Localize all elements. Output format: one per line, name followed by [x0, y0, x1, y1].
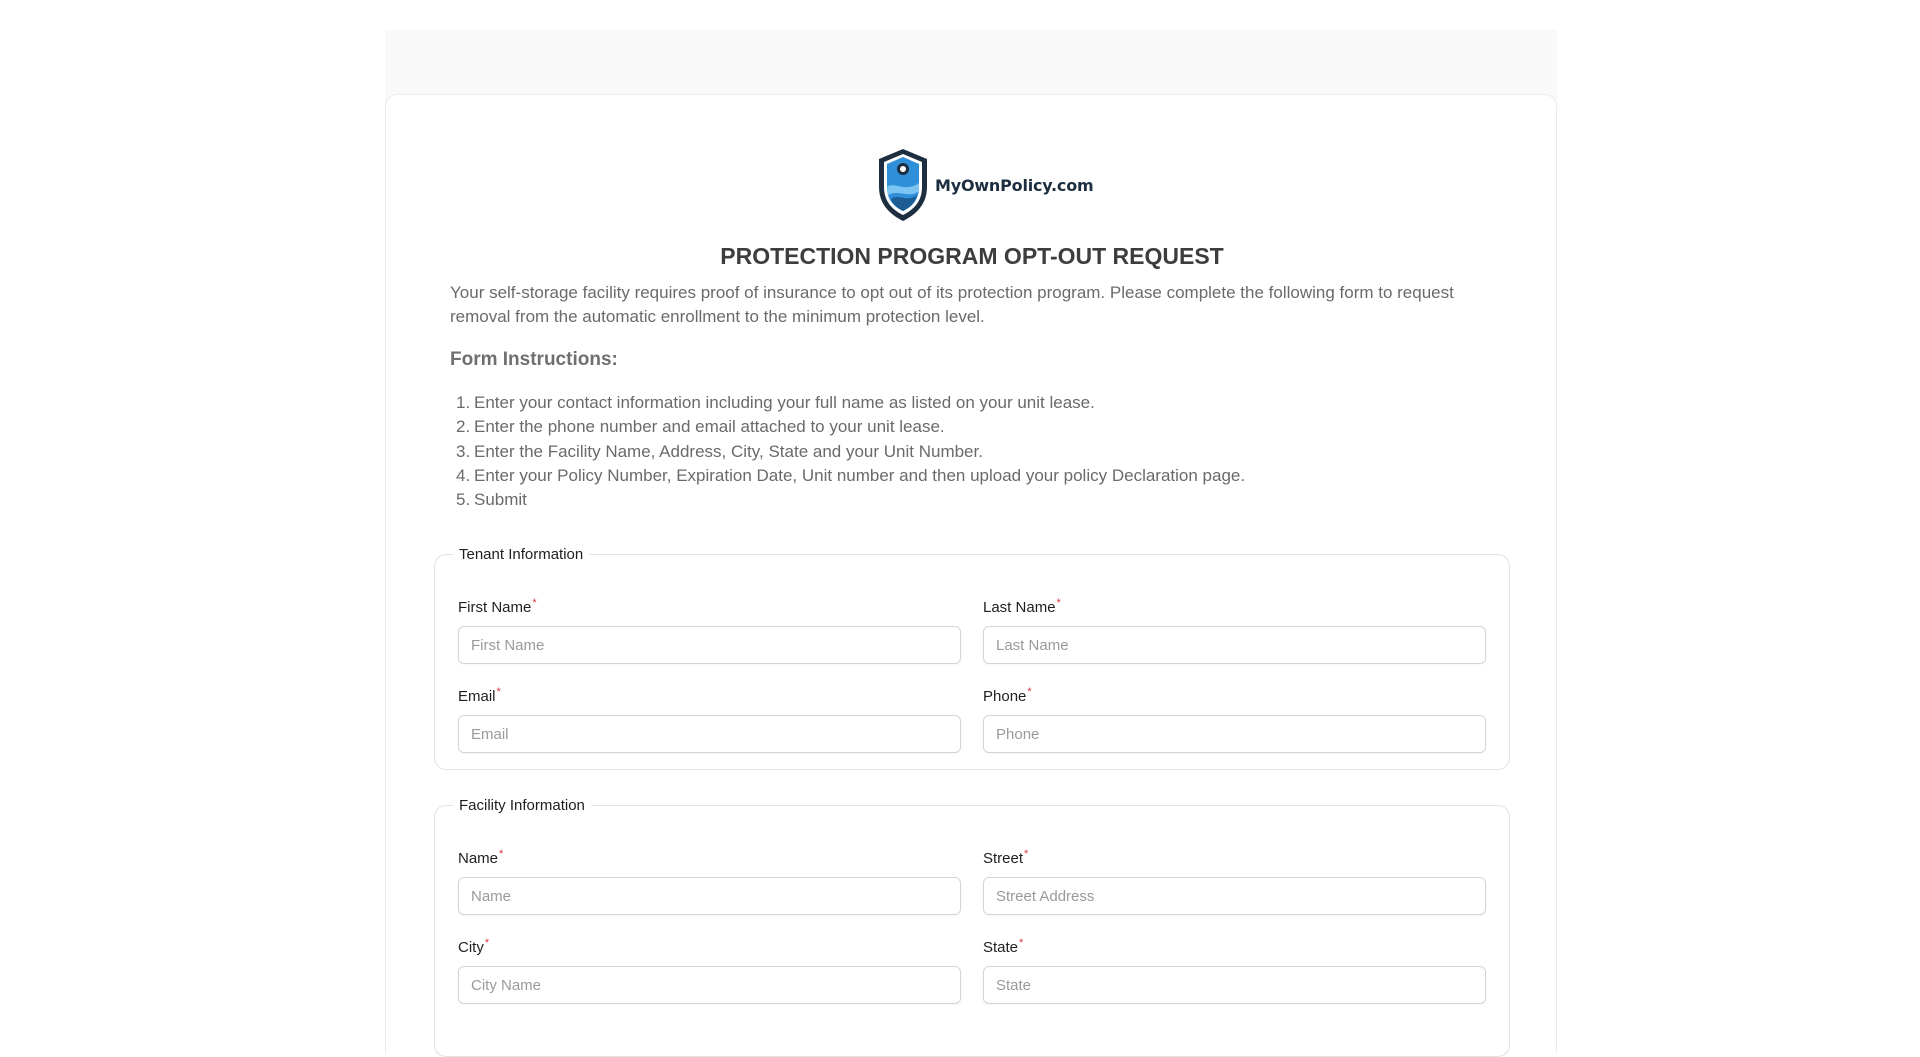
- required-marker: *: [1024, 848, 1029, 860]
- facility-information-section: Facility Information Name* Street* City*…: [434, 797, 1510, 1057]
- facility-section-legend: Facility Information: [459, 797, 585, 814]
- email-label: Email*: [458, 686, 501, 705]
- street-input[interactable]: [983, 877, 1486, 915]
- instructions-list: 1. Enter your contact information includi…: [450, 391, 1500, 512]
- required-marker: *: [496, 686, 501, 698]
- phone-field[interactable]: [983, 715, 1486, 753]
- street-label: Street*: [983, 848, 1029, 867]
- required-marker: *: [532, 597, 537, 609]
- shield-logo-icon: [879, 149, 927, 221]
- last-name-group: Last Name*: [983, 597, 1486, 664]
- page-title: PROTECTION PROGRAM OPT-OUT REQUEST: [720, 243, 1224, 269]
- state-input[interactable]: [983, 966, 1486, 1004]
- brand-name: MyOwnPolicy.com: [935, 175, 1094, 195]
- facility-name-label: Name*: [458, 848, 504, 867]
- facility-name-group: Name*: [458, 848, 961, 915]
- state-label: State*: [983, 937, 1024, 956]
- required-marker: *: [1056, 597, 1061, 609]
- email-field[interactable]: [458, 715, 961, 753]
- phone-label: Phone*: [983, 686, 1032, 705]
- street-group: Street*: [983, 848, 1486, 915]
- intro-text: Your self-storage facility requires proo…: [450, 283, 1454, 326]
- required-marker: *: [1027, 686, 1032, 698]
- form-card: MyOwnPolicy.com PROTECTION PROGRAM OPT-O…: [385, 94, 1557, 1057]
- city-input[interactable]: [458, 966, 961, 1004]
- list-item: 2. Enter the phone number and email attac…: [456, 417, 945, 437]
- list-item: 5. Submit: [456, 490, 527, 510]
- state-group: State*: [983, 937, 1486, 1004]
- instructions-heading: Form Instructions:: [450, 349, 618, 370]
- tenant-information-section: Tenant Information First Name* Last Name…: [434, 546, 1510, 770]
- list-item: 4. Enter your Policy Number, Expiration D…: [456, 465, 1246, 485]
- required-marker: *: [1019, 937, 1024, 949]
- brand-logo[interactable]: MyOwnPolicy.com: [875, 147, 1094, 223]
- city-group: City*: [458, 937, 961, 1004]
- list-item: 1. Enter your contact information includi…: [456, 393, 1095, 412]
- last-name-label: Last Name*: [983, 597, 1061, 616]
- tenant-section-legend: Tenant Information: [459, 546, 584, 563]
- city-label: City*: [458, 937, 490, 956]
- page-background: MyOwnPolicy.com PROTECTION PROGRAM OPT-O…: [385, 30, 1557, 1057]
- required-marker: *: [484, 937, 490, 949]
- required-marker: *: [499, 848, 504, 860]
- first-name-label: First Name*: [458, 597, 537, 616]
- facility-name-input[interactable]: [458, 877, 961, 915]
- last-name-input[interactable]: [983, 626, 1486, 664]
- first-name-group: First Name*: [458, 597, 961, 664]
- first-name-input[interactable]: [458, 626, 961, 664]
- phone-group: Phone*: [983, 686, 1486, 753]
- email-group: Email*: [458, 686, 961, 753]
- list-item: 3. Enter the Facility Name, Address, City…: [456, 441, 983, 461]
